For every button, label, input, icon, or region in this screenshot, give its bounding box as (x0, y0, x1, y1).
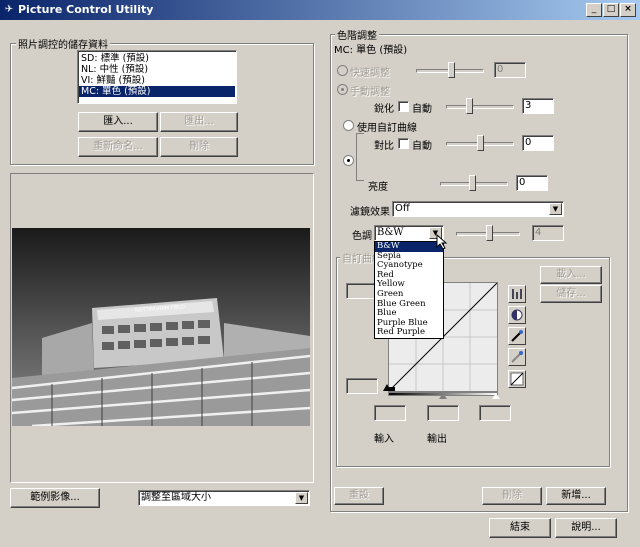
custom-curve-label: 使用自訂曲線 (357, 123, 417, 134)
quick-adjust-slider[interactable] (448, 62, 455, 78)
contrast-label: 對比 (374, 141, 394, 152)
tool-reset-curve[interactable] (508, 370, 526, 388)
contrast-icon (511, 309, 523, 321)
app-icon: ✈ (4, 4, 14, 15)
sharpen-slider[interactable] (466, 98, 473, 114)
list-item[interactable]: SD: 標準 (預設) (79, 53, 235, 64)
export-button[interactable]: 匯出... (160, 112, 238, 132)
curve-save-button[interactable]: 儲存... (540, 285, 602, 303)
window-title: Picture Control Utility (18, 3, 154, 16)
sharpen-label: 銳化 (374, 104, 394, 115)
contrast-auto-checkbox[interactable] (398, 138, 409, 149)
quick-adjust-value[interactable]: 0 (494, 62, 526, 78)
output-label: 輸出 (427, 434, 447, 445)
dropdown-arrow-icon[interactable]: ▼ (549, 203, 562, 215)
minimize-button[interactable]: _ (586, 3, 602, 17)
manual-adjust-radio[interactable] (337, 84, 348, 95)
manual-adjust-label: 手動調整 (350, 87, 390, 98)
rename-button[interactable]: 重新命名... (78, 137, 158, 157)
contrast-brightness-radio[interactable] (343, 155, 354, 166)
delete-storage-button[interactable]: 刪除 (160, 137, 238, 157)
adjust-group-label: 色階調整 (335, 27, 379, 42)
storage-group-label: 照片調控的儲存資料 (16, 36, 110, 51)
custom-curve-radio[interactable] (343, 120, 354, 131)
sample-image-button[interactable]: 範例影像... (10, 488, 100, 508)
maximize-button[interactable]: □ (603, 3, 619, 17)
eyedropper-white-icon (511, 351, 523, 363)
contrast-auto-label: 自動 (412, 141, 432, 152)
bracket-line (356, 133, 364, 181)
import-button[interactable]: 匯入... (78, 112, 158, 132)
tool-levels[interactable] (508, 285, 526, 303)
toning-select[interactable]: B&W ▼ (374, 225, 444, 241)
input-label: 輸入 (374, 434, 394, 445)
gamma-value-field[interactable] (427, 405, 459, 421)
sharpen-value[interactable]: 3 (522, 98, 554, 114)
sharpen-auto-label: 自動 (412, 104, 432, 115)
eyedropper-black-icon (511, 330, 523, 342)
sharpen-auto-checkbox[interactable] (398, 101, 409, 112)
brightness-label: 亮度 (368, 182, 388, 193)
brightness-slider[interactable] (469, 175, 476, 191)
brightness-value[interactable]: 0 (516, 175, 548, 191)
gamma-point-icon[interactable] (439, 393, 447, 399)
histogram-icon (512, 289, 522, 299)
white-value-field[interactable] (479, 405, 511, 421)
title-bar: Picture Control Utility (0, 0, 640, 20)
end-button[interactable]: 結束 (489, 518, 551, 538)
white-point-icon[interactable] (492, 393, 500, 399)
fit-select[interactable]: 調整至區域大小 ▼ (138, 490, 310, 506)
fit-select-value: 調整至區域大小 (141, 492, 211, 503)
toning-dropdown-list[interactable]: B&W Sepia Cyanotype Red Yellow Green Blu… (374, 241, 444, 339)
contrast-slider[interactable] (477, 135, 484, 151)
reset-button[interactable]: 重設 (334, 487, 384, 505)
contrast-value[interactable]: 0 (522, 135, 554, 151)
tool-gamma[interactable] (508, 306, 526, 324)
toning-option[interactable]: Red Purple (375, 328, 443, 338)
mouse-cursor-icon (436, 234, 448, 250)
list-item-selected[interactable]: MC: 單色 (預設) (79, 86, 235, 97)
sharpen-track (446, 105, 514, 109)
quick-adjust-label: 快速調整 (350, 68, 390, 79)
linear-curve-icon (510, 372, 524, 386)
black-point-icon[interactable] (383, 384, 391, 391)
tool-white-eyedropper[interactable] (508, 348, 526, 366)
toning-strength-value[interactable]: 4 (532, 225, 564, 241)
toning-strength-slider[interactable] (486, 225, 493, 241)
list-item[interactable]: VI: 鮮豔 (預設) (79, 75, 235, 86)
toning-label: 色調 (352, 231, 372, 242)
current-control-label: MC: 單色 (預設) (334, 45, 408, 56)
filter-select[interactable]: Off ▼ (392, 201, 564, 217)
help-button[interactable]: 說明... (555, 518, 617, 538)
input-value-field[interactable] (374, 405, 406, 421)
tool-black-eyedropper[interactable] (508, 327, 526, 345)
quick-adjust-radio[interactable] (337, 65, 348, 76)
dropdown-arrow-icon[interactable]: ▼ (295, 492, 308, 504)
delete-control-button[interactable]: 刪除 (482, 487, 542, 505)
curve-load-button[interactable]: 載入... (540, 266, 602, 284)
preview-image (12, 228, 310, 426)
list-item[interactable]: NL: 中性 (預設) (79, 64, 235, 75)
toning-select-value: B&W (377, 227, 404, 238)
close-button[interactable]: × (620, 3, 636, 17)
filter-select-value: Off (395, 203, 410, 214)
storage-list[interactable]: SD: 標準 (預設) NL: 中性 (預設) VI: 鮮豔 (預設) MC: … (77, 50, 237, 104)
new-control-button[interactable]: 新增... (546, 487, 606, 505)
filter-label: 濾鏡效果 (350, 207, 390, 218)
curve-output-min[interactable] (346, 378, 378, 394)
